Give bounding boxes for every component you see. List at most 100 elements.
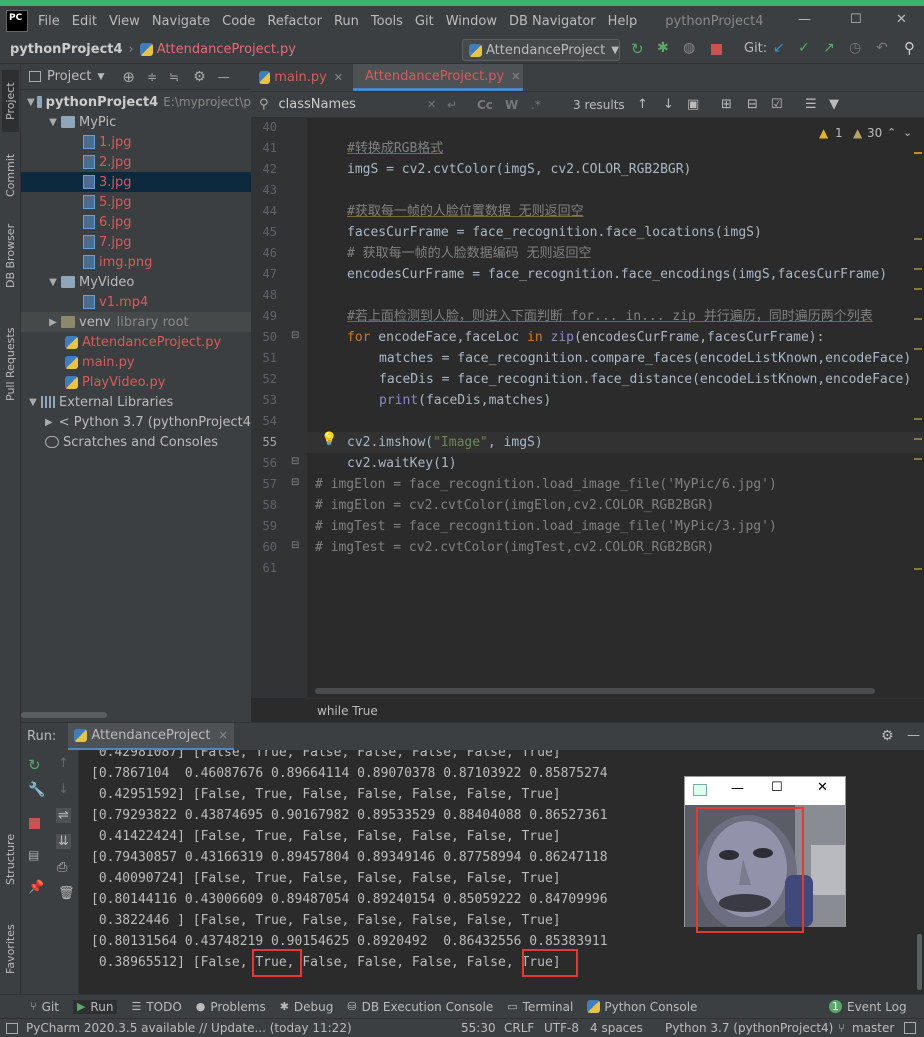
new-line-icon[interactable]: ↵ — [447, 98, 457, 112]
expand-all-icon[interactable]: ≑ — [147, 70, 157, 84]
tree-item-6-jpg[interactable]: 6.jpg — [21, 212, 251, 232]
pin-icon[interactable]: 📌 — [28, 880, 44, 895]
status-message[interactable]: PyCharm 2020.3.5 available // Update... … — [26, 1021, 352, 1035]
expand-arrow-icon[interactable]: ▼ — [47, 117, 59, 128]
tab-attendanceproject-py[interactable]: AttendanceProject.py ✕ — [353, 64, 523, 91]
match-case-toggle[interactable]: Cc — [477, 98, 493, 112]
layout-icon[interactable] — [6, 1022, 18, 1034]
fold-marker-icon[interactable]: ⊟ — [291, 330, 299, 341]
vertical-scrollbar[interactable] — [917, 934, 922, 990]
fold-marker-icon[interactable]: ⊟ — [291, 456, 299, 467]
words-toggle[interactable]: W — [505, 98, 518, 112]
chevron-down-icon[interactable]: ▼ — [97, 72, 104, 82]
collapse-arrow-icon[interactable]: ▶ — [45, 417, 53, 428]
error-stripe-marker[interactable] — [914, 458, 922, 460]
regex-toggle[interactable]: .* — [531, 98, 541, 112]
menu-git[interactable]: Git — [415, 14, 434, 29]
tree-item-venv[interactable]: ▶ venv library root — [21, 312, 251, 332]
tree-item-2-jpg[interactable]: 2.jpg — [21, 152, 251, 172]
menu-refactor[interactable]: Refactor — [267, 14, 322, 29]
tree-item-7-jpg[interactable]: 7.jpg — [21, 232, 251, 252]
fold-marker-icon[interactable]: ⊟ — [291, 477, 299, 488]
tree-item-img-png[interactable]: img.png — [21, 252, 251, 272]
error-stripe-marker[interactable] — [914, 418, 922, 420]
add-occurrence-icon[interactable]: ⊞ — [721, 97, 732, 112]
python-interpreter[interactable]: Python 3.7 (pythonProject4) — [665, 1021, 833, 1035]
history-icon[interactable]: ◷ — [849, 40, 861, 56]
breadcrumb-file[interactable]: AttendanceProject.py — [157, 42, 296, 57]
tool-tab-commit[interactable]: Commit — [2, 144, 19, 206]
tool-tab-event-log[interactable]: 1 Event Log — [829, 1000, 907, 1014]
previous-occurrence-icon[interactable]: ↑ — [637, 97, 648, 112]
tree-item-scratches[interactable]: Scratches and Consoles — [21, 432, 251, 452]
menu-window[interactable]: Window — [446, 14, 497, 29]
previous-highlight-icon[interactable]: ⌃ — [887, 126, 896, 139]
tree-item-5-jpg[interactable]: 5.jpg — [21, 192, 251, 212]
tree-item-main-py[interactable]: main.py — [21, 352, 251, 372]
tree-item-myvideo[interactable]: ▼ MyVideo — [21, 272, 251, 292]
hide-icon[interactable]: — — [218, 70, 230, 84]
wrench-icon[interactable]: 🔧 — [28, 782, 45, 798]
tool-tab-db-browser[interactable]: DB Browser — [2, 216, 19, 296]
tool-tab-favorites[interactable]: Favorites — [2, 914, 19, 984]
select-all-icon[interactable]: ☑ — [771, 97, 783, 112]
close-button[interactable]: ✕ — [817, 780, 828, 795]
expand-arrow-icon[interactable]: ▼ — [27, 97, 35, 108]
git-commit-icon[interactable]: ✓ — [798, 40, 810, 56]
run-tab-attendanceproject[interactable]: AttendanceProject ✕ — [68, 722, 234, 751]
menu-help[interactable]: Help — [608, 14, 638, 29]
tool-tab-db-execution-console[interactable]: ⛁ DB Execution Console — [347, 1000, 493, 1014]
menu-navigate[interactable]: Navigate — [152, 14, 210, 29]
search-icon[interactable]: ⚲ — [904, 39, 915, 57]
scroll-to-end-icon[interactable]: ⇊ — [56, 834, 71, 849]
image-window-titlebar[interactable]: — ☐ ✕ — [685, 777, 845, 805]
tool-tab-git[interactable]: ⑂ Git — [30, 1000, 59, 1014]
tree-item-playvideo-py[interactable]: PlayVideo.py — [21, 372, 251, 392]
layout-icon[interactable]: ▤ — [28, 848, 39, 862]
horizontal-scrollbar[interactable] — [21, 712, 107, 718]
print-icon[interactable]: ⎙ — [57, 860, 67, 875]
expand-arrow-icon[interactable]: ▼ — [47, 277, 59, 288]
git-push-icon[interactable]: ↗ — [823, 40, 835, 56]
trash-icon[interactable]: 🗑 — [58, 886, 75, 901]
scroll-up-icon[interactable]: ↑ — [58, 756, 69, 771]
next-occurrence-icon[interactable]: ↓ — [663, 97, 674, 112]
maximize-button[interactable]: ☐ — [850, 12, 862, 27]
locate-icon[interactable]: ⊕ — [122, 68, 135, 86]
menu-code[interactable]: Code — [222, 14, 255, 29]
tree-item-v1-mp4[interactable]: v1.mp4 — [21, 292, 251, 312]
error-stripe-marker[interactable] — [914, 318, 922, 320]
error-stripe-marker[interactable] — [914, 238, 922, 240]
menu-edit[interactable]: Edit — [72, 14, 97, 29]
rerun-icon[interactable]: ↻ — [631, 40, 644, 58]
tree-item-1-jpg[interactable]: 1.jpg — [21, 132, 251, 152]
tree-item-python37[interactable]: ▶ < Python 3.7 (pythonProject4 — [21, 412, 251, 432]
minimize-button[interactable]: — — [731, 781, 744, 796]
tool-tab-terminal[interactable]: ▭ Terminal — [507, 1000, 573, 1014]
minimize-button[interactable]: — — [798, 12, 811, 27]
horizontal-scrollbar[interactable] — [315, 688, 875, 694]
file-encoding[interactable]: UTF-8 — [544, 1021, 579, 1035]
error-stripe-marker[interactable] — [914, 268, 922, 270]
run-config-dropdown[interactable]: AttendanceProject ▼ — [462, 39, 620, 61]
search-input[interactable]: classNames — [279, 97, 356, 112]
tool-tab-todo[interactable]: ☰ TODO — [131, 1000, 181, 1014]
close-tab-icon[interactable]: ✕ — [219, 729, 228, 742]
lightbulb-icon[interactable]: 💡 — [321, 432, 337, 447]
next-highlight-icon[interactable]: ⌄ — [903, 126, 912, 139]
tool-tab-project[interactable]: Project — [2, 70, 19, 132]
tool-tab-debug[interactable]: ✱ Debug — [280, 1000, 334, 1014]
hide-icon[interactable]: — — [907, 728, 920, 743]
menu-run[interactable]: Run — [334, 14, 359, 29]
weak-warning-icon[interactable]: ▲ — [853, 126, 862, 140]
caret-position[interactable]: 55:30 — [461, 1021, 496, 1035]
git-update-icon[interactable]: ↙ — [773, 40, 785, 56]
open-in-window-icon[interactable]: ☰ — [805, 97, 817, 112]
gear-icon[interactable]: ⚙ — [193, 69, 206, 85]
menu-tools[interactable]: Tools — [371, 14, 403, 29]
close-tab-icon[interactable]: ✕ — [334, 71, 343, 84]
tree-item-mypic[interactable]: ▼ MyPic — [21, 112, 251, 132]
breadcrumb-project[interactable]: pythonProject4 — [10, 42, 123, 57]
rerun-icon[interactable]: ↻ — [28, 756, 41, 774]
tool-tab-python-console[interactable]: Python Console — [587, 1000, 697, 1014]
